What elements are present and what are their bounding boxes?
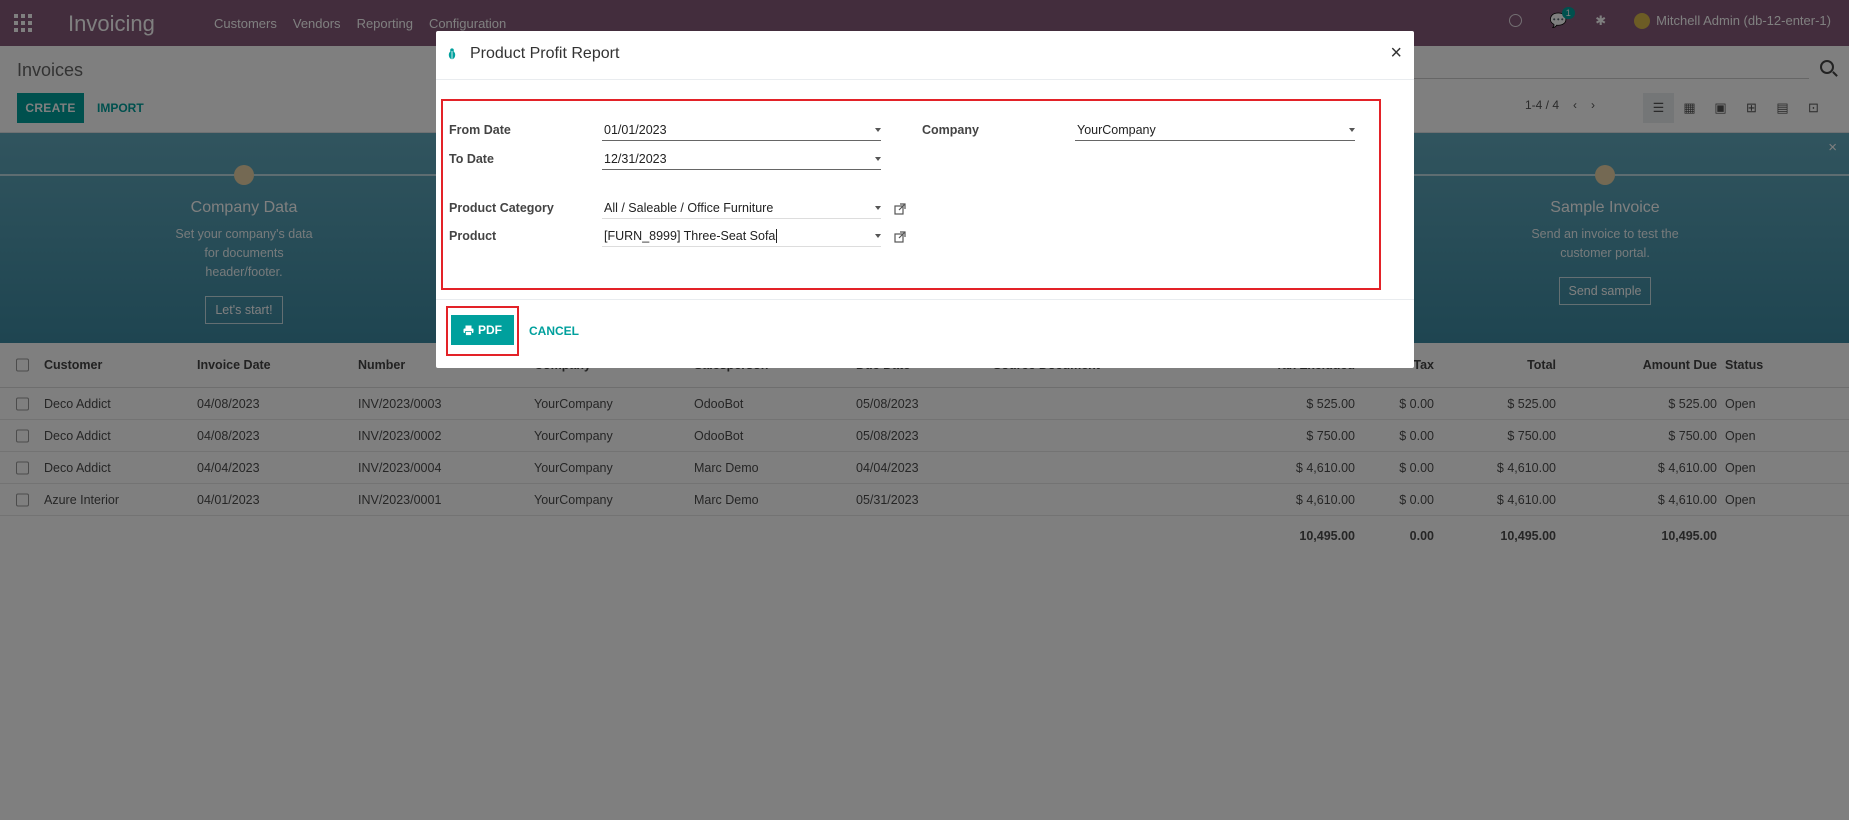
chevron-down-icon[interactable] xyxy=(875,206,881,210)
print-icon xyxy=(463,325,474,336)
company-value: YourCompany xyxy=(1077,123,1156,137)
chevron-down-icon[interactable] xyxy=(875,157,881,161)
to-date-label: To Date xyxy=(449,152,494,166)
pdf-label: PDF xyxy=(478,323,502,337)
pdf-button[interactable]: PDF xyxy=(451,315,514,345)
company-field[interactable]: YourCompany xyxy=(1075,119,1355,141)
bug-icon xyxy=(448,48,456,60)
product-value: [FURN_8999] Three-Seat Sofa xyxy=(604,229,776,243)
report-form: From Date 01/01/2023 To Date 12/31/2023 … xyxy=(441,99,1381,290)
chevron-down-icon[interactable] xyxy=(1349,128,1355,132)
modal-header: Product Profit Report × xyxy=(436,31,1414,80)
external-link-icon[interactable] xyxy=(894,231,906,243)
from-date-value: 01/01/2023 xyxy=(604,123,667,137)
external-link-icon[interactable] xyxy=(894,203,906,215)
text-cursor xyxy=(776,229,778,243)
pdf-highlight: PDF xyxy=(446,306,519,356)
from-date-label: From Date xyxy=(449,123,511,137)
modal-footer: PDF CANCEL xyxy=(436,299,1414,368)
cancel-button[interactable]: CANCEL xyxy=(529,316,579,346)
chevron-down-icon[interactable] xyxy=(875,234,881,238)
from-date-field[interactable]: 01/01/2023 xyxy=(602,119,881,141)
company-label: Company xyxy=(922,123,979,137)
product-field[interactable]: [FURN_8999] Three-Seat Sofa xyxy=(602,225,881,247)
to-date-value: 12/31/2023 xyxy=(604,152,667,166)
product-category-value: All / Saleable / Office Furniture xyxy=(604,201,774,215)
close-icon[interactable]: × xyxy=(1390,42,1402,65)
product-category-field[interactable]: All / Saleable / Office Furniture xyxy=(602,197,881,219)
product-profit-report-dialog: Product Profit Report × From Date 01/01/… xyxy=(436,31,1414,368)
product-category-label: Product Category xyxy=(449,201,554,215)
modal-title: Product Profit Report xyxy=(470,45,620,62)
chevron-down-icon[interactable] xyxy=(875,128,881,132)
product-label: Product xyxy=(449,229,497,243)
to-date-field[interactable]: 12/31/2023 xyxy=(602,148,881,170)
